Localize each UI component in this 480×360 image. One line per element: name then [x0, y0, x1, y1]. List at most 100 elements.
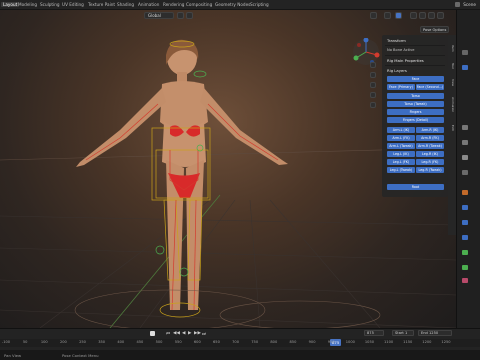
render-properties-icon[interactable]: [462, 65, 468, 70]
material-shading-icon[interactable]: [428, 11, 435, 19]
snap-icon[interactable]: [186, 11, 193, 19]
jump-end-button[interactable]: ⏭: [202, 331, 206, 337]
tab-uv-editing[interactable]: UV Editing: [62, 2, 84, 7]
ruler-tick-label: 1250: [441, 340, 451, 344]
view-object-types-icon[interactable]: [370, 11, 377, 19]
layer-leg-l-ik-button[interactable]: Leg.L (IK): [387, 151, 415, 157]
camera-view-icon[interactable]: [370, 82, 376, 88]
current-frame-field[interactable]: 875: [364, 330, 384, 336]
ruler-tick-label: 900: [308, 340, 316, 344]
layer-face-secondary-button[interactable]: Face (Second...): [416, 84, 444, 90]
pose-options-label: Pose Options: [423, 27, 447, 32]
xray-icon[interactable]: [410, 11, 417, 19]
solid-shading-icon[interactable]: [419, 11, 426, 19]
tab-texture-paint[interactable]: Texture Paint: [88, 2, 115, 7]
sidebar-tab-edit[interactable]: Edit: [449, 125, 455, 131]
end-frame-field[interactable]: End 1250: [418, 330, 452, 336]
gizmo-toggle-icon[interactable]: [384, 11, 391, 19]
start-frame-field[interactable]: Start 1: [392, 330, 414, 336]
ruler-tick-label: 1050: [364, 340, 375, 344]
ortho-toggle-icon[interactable]: [370, 92, 376, 98]
ruler-tick-label: 1150: [403, 340, 413, 344]
character-model[interactable]: [76, 39, 288, 310]
layer-face-primary-button[interactable]: Face (Primary): [387, 84, 415, 90]
pivot-point-icon[interactable]: [177, 11, 184, 19]
navigation-gizmo[interactable]: [352, 38, 380, 66]
ruler-tick-label: 800: [270, 340, 278, 344]
layer-arm-l-ik-button[interactable]: Arm.L (IK): [387, 127, 415, 133]
start-value: 1: [404, 331, 408, 335]
3d-viewport[interactable]: Global Pose Options Transform No Bone Ac…: [0, 10, 456, 328]
layer-fingers-detail-button[interactable]: Fingers (Detail): [387, 117, 444, 123]
scene-selector[interactable]: Scene: [455, 1, 476, 7]
local-view-icon[interactable]: [370, 102, 376, 108]
world-properties-icon[interactable]: [462, 170, 468, 175]
tab-geometry-nodes[interactable]: Geometry Nodes: [215, 2, 250, 7]
play-reverse-button[interactable]: ◀: [182, 331, 185, 336]
sidebar-tab-animation[interactable]: Animation: [449, 97, 455, 112]
pose-options-dropdown[interactable]: Pose Options: [420, 26, 450, 33]
sidebar-tab-item[interactable]: Item: [449, 45, 455, 52]
global-orientation-label: Global: [148, 12, 161, 18]
output-properties-icon[interactable]: [462, 125, 468, 130]
workspace-tabs-bar: Layout Modeling Sculpting UV Editing Tex…: [0, 0, 480, 10]
layer-arm-r-tweak-button[interactable]: Arm.R (Tweak): [416, 143, 444, 149]
tab-layout[interactable]: Layout: [1, 1, 20, 7]
ruler-tick-label: 50: [22, 340, 28, 344]
layer-root-button[interactable]: Root: [387, 184, 444, 190]
sidebar-panel: Transform No Bone Active Rig Main Proper…: [382, 35, 448, 197]
play-button[interactable]: ▶: [188, 331, 191, 336]
ruler-tick-label: 1000: [345, 340, 355, 344]
layer-face-button[interactable]: Face: [387, 76, 444, 82]
sidebar-tab-view[interactable]: View: [449, 79, 455, 86]
layer-fingers-button[interactable]: Fingers: [387, 109, 444, 115]
layer-leg-r-ik-button[interactable]: Leg.R (IK): [416, 151, 444, 157]
physics-properties-icon[interactable]: [462, 235, 468, 240]
particles-properties-icon[interactable]: [462, 220, 468, 225]
tab-rendering[interactable]: Rendering: [163, 2, 184, 7]
tab-compositing[interactable]: Compositing: [186, 2, 212, 7]
rig-layers-header[interactable]: Rig Layers: [387, 68, 407, 73]
scene-properties-icon[interactable]: [462, 155, 468, 160]
tab-shading[interactable]: Shading: [117, 2, 134, 7]
tab-scripting[interactable]: Scripting: [250, 2, 269, 7]
rendered-shading-icon[interactable]: [437, 11, 444, 19]
layer-arm-l-tweak-button[interactable]: Arm.L (Tweak): [387, 143, 415, 149]
transform-header[interactable]: Transform: [387, 38, 406, 43]
prev-keyframe-button[interactable]: ◀◀: [173, 331, 180, 336]
record-button[interactable]: [150, 331, 155, 336]
pan-icon[interactable]: [370, 72, 376, 78]
data-properties-icon[interactable]: [462, 265, 468, 270]
layer-arm-l-fk-button[interactable]: Arm.L (FK): [387, 135, 415, 141]
sidebar-tab-tool[interactable]: Tool: [449, 63, 455, 69]
ruler-tick-label: -100: [1, 340, 11, 344]
tab-animation[interactable]: Animation: [138, 2, 159, 7]
material-properties-icon[interactable]: [462, 278, 468, 283]
ruler-tick-label: 400: [117, 340, 125, 344]
object-properties-icon[interactable]: [462, 190, 468, 195]
ruler-tick-label: 450: [136, 340, 144, 344]
layer-leg-r-fk-button[interactable]: Leg.R (FK): [416, 159, 444, 165]
constraints-properties-icon[interactable]: [462, 250, 468, 255]
overlays-icon[interactable]: [395, 11, 402, 19]
jump-start-button[interactable]: ⏮: [166, 331, 170, 337]
layer-leg-l-tweak-button[interactable]: Leg.L (Tweak): [387, 167, 415, 173]
layer-torso-tweak-button[interactable]: Torso (Tweak): [387, 101, 444, 107]
tab-modeling[interactable]: Modeling: [18, 2, 37, 7]
layer-torso-button[interactable]: Torso: [387, 93, 444, 99]
transform-orientation-dropdown[interactable]: Global: [144, 11, 174, 19]
tool-properties-icon[interactable]: [462, 50, 468, 55]
layer-arm-r-fk-button[interactable]: Arm.R (FK): [416, 135, 444, 141]
ruler-tick-label: 550: [174, 340, 182, 344]
rig-main-properties-header[interactable]: Rig Main Properties: [387, 58, 424, 63]
modifier-properties-icon[interactable]: [462, 205, 468, 210]
tab-sculpting[interactable]: Sculpting: [40, 2, 60, 7]
layer-arm-r-ik-button[interactable]: Arm.R (IK): [416, 127, 444, 133]
layer-leg-l-fk-button[interactable]: Leg.L (FK): [387, 159, 415, 165]
zoom-icon[interactable]: [370, 62, 376, 68]
layer-leg-r-tweak-button[interactable]: Leg.R (Tweak): [416, 167, 444, 173]
scene-icon: [455, 1, 461, 7]
view-layer-properties-icon[interactable]: [462, 140, 468, 145]
timeline-editor: ⏮ ◀◀ ◀ ▶ ▶▶ ⏭ 875 Start 1 End 1250 875 -…: [0, 328, 480, 350]
next-keyframe-button[interactable]: ▶▶: [194, 331, 201, 336]
